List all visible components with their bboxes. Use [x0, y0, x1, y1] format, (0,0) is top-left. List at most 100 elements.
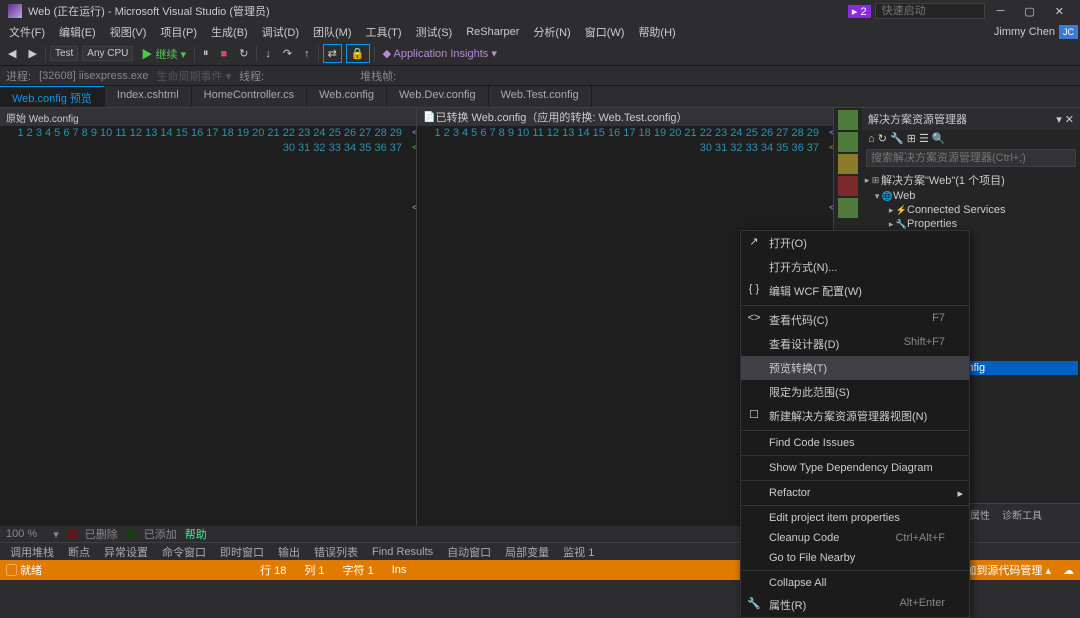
status-publish-icon[interactable]: ☁: [1063, 564, 1074, 577]
context-menu: ↗打开(O)打开方式(N)...{ }编辑 WCF 配置(W) <>查看代码(C)…: [740, 230, 970, 618]
bottom-tab[interactable]: 断点: [62, 543, 96, 561]
menu-debug[interactable]: 调试(D): [255, 22, 306, 42]
tab-web-config[interactable]: Web.config: [307, 86, 387, 107]
lifecycle-dropdown[interactable]: 生命周期事件 ▾: [157, 68, 232, 84]
platform-dropdown[interactable]: Any CPU: [82, 46, 133, 61]
stack-label: 堆栈帧:: [360, 68, 396, 84]
context-menu-item[interactable]: 限定为此范围(S): [741, 380, 969, 404]
bottom-tab[interactable]: 自动窗口: [441, 543, 497, 561]
context-menu-item[interactable]: Edit project item properties: [741, 508, 969, 528]
context-menu-item[interactable]: Cleanup CodeCtrl+Alt+F: [741, 528, 969, 548]
lock-icon[interactable]: 🔒: [346, 44, 370, 63]
tree-item[interactable]: ▸ ⊞解决方案"Web"(1 个项目): [864, 171, 1078, 189]
context-menu-item[interactable]: 打开方式(N)...: [741, 255, 969, 279]
vs-logo-icon: [8, 4, 22, 18]
context-menu-item[interactable]: Refactor▸: [741, 483, 969, 503]
continue-button[interactable]: ▶ 继续 ▾: [137, 44, 190, 64]
tab-web-config-preview[interactable]: Web.config 预览: [0, 86, 105, 107]
menu-build[interactable]: 生成(B): [204, 22, 255, 42]
config-dropdown[interactable]: Test: [50, 46, 78, 61]
nav-back-icon[interactable]: ◀: [4, 45, 20, 62]
menu-edit[interactable]: 编辑(E): [52, 22, 103, 42]
context-menu-item[interactable]: Show Type Dependency Diagram: [741, 458, 969, 478]
menu-window[interactable]: 窗口(W): [578, 22, 632, 42]
tab-web-test-config[interactable]: Web.Test.config: [489, 86, 592, 107]
menu-project[interactable]: 项目(P): [153, 22, 204, 42]
bottom-tab[interactable]: 错误列表: [308, 543, 364, 561]
tree-item[interactable]: ▸ ⚡Connected Services: [864, 203, 1078, 217]
menu-resharper[interactable]: ReSharper: [459, 24, 526, 40]
bottom-tab[interactable]: 调用堆栈: [4, 543, 60, 561]
solution-search-input[interactable]: [866, 149, 1076, 167]
toggle-icon[interactable]: ⇄: [323, 44, 342, 63]
window-title: Web (正在运行) - Microsoft Visual Studio (管理…: [28, 3, 848, 19]
menu-test[interactable]: 测试(S): [409, 22, 460, 42]
minimize-button[interactable]: ─: [989, 3, 1013, 19]
status-col: 列 1: [304, 562, 324, 578]
left-gutter: 1 2 3 4 5 6 7 8 9 10 11 12 13 14 15 16 1…: [0, 126, 408, 526]
bottom-tab[interactable]: 输出: [272, 543, 306, 561]
bottom-tab[interactable]: Find Results: [366, 545, 439, 559]
menu-analyze[interactable]: 分析(N): [526, 22, 577, 42]
context-menu-item[interactable]: { }编辑 WCF 配置(W): [741, 279, 969, 303]
context-menu-item[interactable]: 查看设计器(D)Shift+F7: [741, 332, 969, 356]
solution-toolbar[interactable]: ⌂ ↻ 🔧 ⊞ ☰ 🔍: [862, 130, 1080, 147]
tree-item[interactable]: ▸ 🔧Properties: [864, 217, 1078, 231]
stop-icon[interactable]: ■: [217, 46, 232, 62]
menu-view[interactable]: 视图(V): [103, 22, 154, 42]
bottom-tab[interactable]: 命令窗口: [156, 543, 212, 561]
step-over-icon[interactable]: ↷: [279, 45, 296, 62]
notification-flag-icon[interactable]: ▸ 2: [848, 5, 871, 18]
legend-added: 已添加: [144, 526, 177, 542]
step-into-icon[interactable]: ↓: [261, 46, 275, 62]
user-avatar[interactable]: JC: [1059, 25, 1078, 39]
user-name[interactable]: Jimmy Chen: [987, 24, 1059, 40]
menubar: 文件(F) 编辑(E) 视图(V) 项目(P) 生成(B) 调试(D) 团队(M…: [0, 22, 1080, 42]
legend-help[interactable]: 帮助: [185, 526, 207, 542]
context-menu-item[interactable]: 预览转换(T): [741, 356, 969, 380]
process-dropdown[interactable]: [32608] iisexpress.exe: [39, 70, 148, 82]
tree-item[interactable]: ▾ 🌐Web: [864, 189, 1078, 203]
sidebar-tab-diagnostics[interactable]: 诊断工具: [996, 504, 1048, 526]
bottom-tab[interactable]: 异常设置: [98, 543, 154, 561]
context-menu-item[interactable]: Collapse All: [741, 573, 969, 593]
tab-home-controller[interactable]: HomeController.cs: [192, 86, 307, 107]
quick-launch-input[interactable]: [875, 3, 985, 19]
tab-index-cshtml[interactable]: Index.cshtml: [105, 86, 192, 107]
scale-label: 100 %: [6, 528, 37, 540]
solution-explorer-title: 解决方案资源管理器▾ ✕: [862, 108, 1080, 130]
tab-web-dev-config[interactable]: Web.Dev.config: [387, 86, 489, 107]
right-editor-header: 📄 已转换 Web.config（应用的转换: Web.Test.config）: [417, 108, 833, 126]
bottom-tab[interactable]: 即时窗口: [214, 543, 270, 561]
context-menu-item[interactable]: Find Code Issues: [741, 433, 969, 453]
left-editor-header: 原始 Web.config: [0, 108, 416, 126]
left-code[interactable]: <?xml version="1.0" encoding="utf-8"?><!…: [408, 126, 416, 526]
pause-icon[interactable]: ⏸: [199, 45, 213, 62]
app-insights-button[interactable]: ◆ Application Insights ▾: [379, 45, 501, 62]
menu-help[interactable]: 帮助(H): [631, 22, 682, 42]
context-menu-item[interactable]: ↗打开(O): [741, 231, 969, 255]
menu-team[interactable]: 团队(M): [306, 22, 359, 42]
status-ready: ▢ 就绪: [6, 562, 42, 578]
step-out-icon[interactable]: ↑: [300, 46, 314, 62]
menu-tools[interactable]: 工具(T): [359, 22, 409, 42]
maximize-button[interactable]: ▢: [1016, 3, 1042, 20]
nav-fwd-icon[interactable]: ▶: [24, 45, 40, 62]
process-label: 进程:: [6, 68, 31, 84]
context-menu-item[interactable]: 🔧属性(R)Alt+Enter: [741, 593, 969, 617]
status-ins: Ins: [392, 564, 407, 576]
context-menu-item[interactable]: <>查看代码(C)F7: [741, 308, 969, 332]
bottom-tab[interactable]: 局部变量: [499, 543, 555, 561]
left-editor-pane: 原始 Web.config 1 2 3 4 5 6 7 8 9 10 11 12…: [0, 108, 417, 526]
status-line: 行 18: [260, 562, 286, 578]
legend-removed: 已删除: [85, 526, 118, 542]
document-tabs: Web.config 预览 Index.cshtml HomeControlle…: [0, 86, 1080, 108]
process-bar: 进程: [32608] iisexpress.exe 生命周期事件 ▾ 线程: …: [0, 66, 1080, 86]
menu-file[interactable]: 文件(F): [2, 22, 52, 42]
restart-icon[interactable]: ↻: [235, 45, 252, 62]
close-button[interactable]: ✕: [1047, 3, 1072, 20]
thread-label: 线程:: [239, 68, 264, 84]
context-menu-item[interactable]: Go to File Nearby: [741, 548, 969, 568]
bottom-tab[interactable]: 监视 1: [557, 543, 600, 561]
context-menu-item[interactable]: ☐新建解决方案资源管理器视图(N): [741, 404, 969, 428]
